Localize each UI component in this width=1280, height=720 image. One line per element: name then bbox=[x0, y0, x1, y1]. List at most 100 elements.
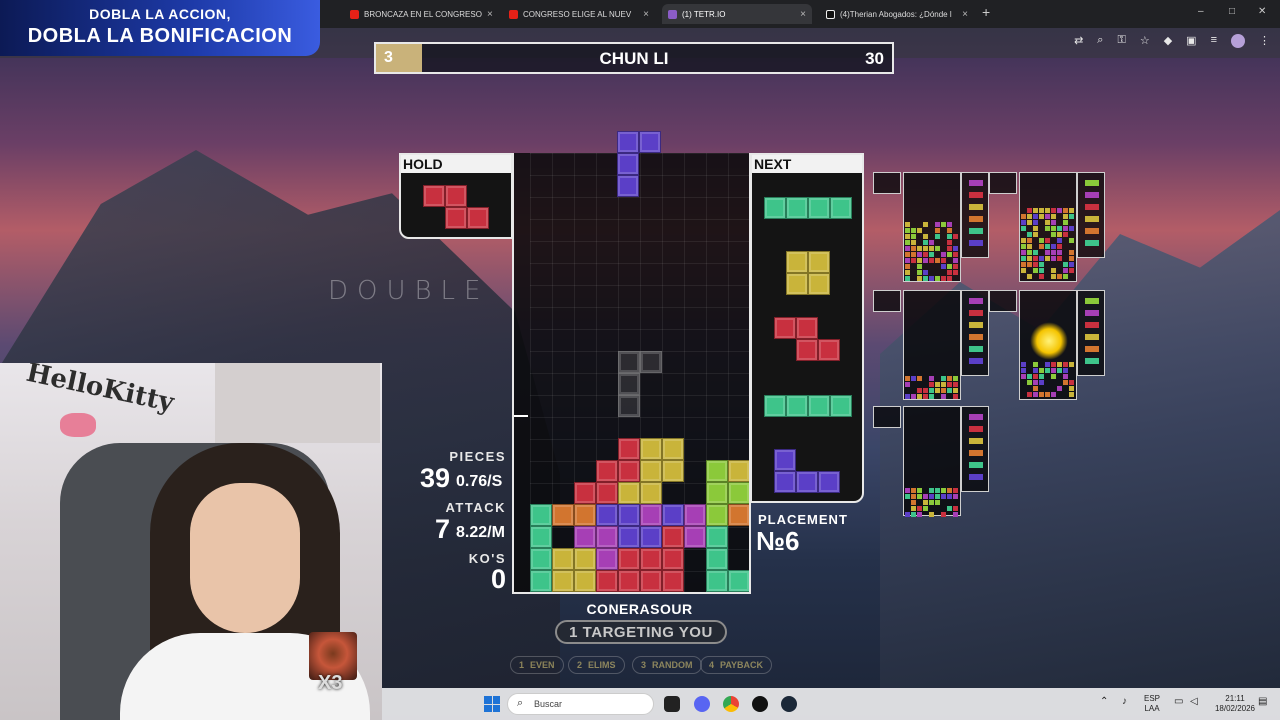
mini-board-block bbox=[1069, 362, 1074, 367]
minimize-button[interactable]: – bbox=[1198, 6, 1204, 17]
mini-board-block bbox=[929, 494, 934, 499]
tray-chevron-icon[interactable]: ⌃ bbox=[1100, 697, 1108, 707]
mini-next-block bbox=[969, 240, 983, 246]
board-cell bbox=[618, 438, 640, 460]
hold-piece-cell bbox=[467, 207, 489, 229]
youtube-icon bbox=[509, 9, 518, 19]
puzzle-icon[interactable]: ▣ bbox=[1186, 34, 1196, 48]
menu-icon[interactable]: ⋮ bbox=[1259, 34, 1270, 48]
mini-board-block bbox=[935, 500, 940, 505]
microphone-icon[interactable]: ♪ bbox=[1122, 697, 1127, 707]
mini-board-block bbox=[1033, 220, 1038, 225]
mini-board-block bbox=[1057, 386, 1062, 391]
mini-board-block bbox=[1051, 392, 1056, 397]
taskbar-clock[interactable]: 21:11 18/02/2026 bbox=[1214, 694, 1256, 714]
extension-icon[interactable]: ◆ bbox=[1164, 34, 1172, 48]
mini-board-block bbox=[1051, 244, 1056, 249]
mini-board-block bbox=[1033, 362, 1038, 367]
mini-board-block bbox=[1063, 262, 1068, 267]
browser-tab[interactable]: BRONCAZA EN EL CONGRESO × bbox=[344, 4, 498, 24]
mini-board-block bbox=[1027, 208, 1032, 213]
mini-board-block bbox=[1051, 232, 1056, 237]
mini-board-block bbox=[1051, 274, 1056, 279]
hold-piece-cell bbox=[445, 207, 467, 229]
board-cell bbox=[552, 504, 574, 526]
mini-board-block bbox=[923, 252, 928, 257]
strategy-payback-button[interactable]: 4 PAYBACK bbox=[700, 656, 773, 674]
key-icon[interactable]: ⚿ bbox=[1117, 34, 1125, 48]
mini-board-block bbox=[1045, 226, 1050, 231]
new-tab-button[interactable]: + bbox=[982, 4, 990, 20]
volume-icon[interactable]: ◁ bbox=[1190, 697, 1198, 707]
kos-value: 0 bbox=[490, 564, 506, 594]
zoom-icon[interactable]: ⌕ bbox=[1097, 34, 1103, 48]
mini-board-block bbox=[1027, 220, 1032, 225]
mini-board-block bbox=[911, 240, 916, 245]
mini-board-block bbox=[1069, 256, 1074, 261]
mini-board-block bbox=[953, 488, 958, 493]
language-indicator[interactable]: ESP LAA bbox=[1142, 694, 1162, 714]
mini-board-block bbox=[953, 246, 958, 251]
mini-board-block bbox=[917, 376, 922, 381]
mini-board-block bbox=[947, 252, 952, 257]
close-icon[interactable]: × bbox=[643, 9, 649, 20]
browser-tab[interactable]: (4)Therian Abogados: ¿Dónde l × bbox=[820, 4, 974, 24]
opponent-rank: 3 bbox=[376, 44, 422, 72]
translate-icon[interactable]: ⇄ bbox=[1074, 34, 1083, 48]
notification-icon[interactable]: ▤ bbox=[1258, 697, 1267, 707]
mini-board-block bbox=[1021, 220, 1026, 225]
network-icon[interactable]: ▭ bbox=[1174, 697, 1183, 707]
mini-board-block bbox=[1045, 220, 1050, 225]
mini-board-block bbox=[1021, 256, 1026, 261]
mini-next-block bbox=[1085, 322, 1099, 328]
mini-board-block bbox=[923, 222, 928, 227]
close-icon[interactable]: × bbox=[962, 9, 968, 20]
mini-board-block bbox=[935, 228, 940, 233]
mini-next-block bbox=[969, 310, 983, 316]
mini-board-block bbox=[917, 270, 922, 275]
strategy-even-button[interactable]: 1 EVEN bbox=[510, 656, 564, 674]
windows-start-icon[interactable] bbox=[484, 696, 500, 712]
mini-board-block bbox=[941, 252, 946, 257]
board-cell bbox=[728, 482, 749, 504]
mini-board-block bbox=[1057, 244, 1062, 249]
close-window-button[interactable]: ✕ bbox=[1258, 6, 1266, 17]
mini-board-block bbox=[1033, 226, 1038, 231]
board-cell bbox=[574, 526, 596, 548]
mini-board-block bbox=[1057, 232, 1062, 237]
next-queue: NEXT bbox=[750, 153, 864, 503]
strategy-num: 3 bbox=[641, 660, 647, 670]
profile-avatar[interactable] bbox=[1231, 34, 1245, 48]
file-explorer-icon[interactable] bbox=[664, 696, 680, 712]
mini-board-block bbox=[1033, 250, 1038, 255]
mini-board-block bbox=[911, 228, 916, 233]
board-cell bbox=[728, 504, 749, 526]
mini-board-block bbox=[911, 488, 916, 493]
mini-board-block bbox=[935, 246, 940, 251]
mini-board-block bbox=[1063, 220, 1068, 225]
sidebar-icon[interactable]: ≡ bbox=[1211, 34, 1217, 48]
active-piece-cell bbox=[617, 153, 639, 175]
close-icon[interactable]: × bbox=[800, 9, 806, 20]
next-piece-cell bbox=[830, 395, 852, 417]
close-icon[interactable]: × bbox=[487, 9, 493, 20]
bookmark-star-icon[interactable]: ☆ bbox=[1140, 34, 1150, 48]
board-cell bbox=[530, 592, 552, 594]
browser-tab-active[interactable]: (1) TETR.IO × bbox=[662, 4, 812, 24]
browser-tab[interactable]: CONGRESO ELIGE AL NUEV × bbox=[503, 4, 655, 24]
chrome-icon[interactable] bbox=[723, 696, 739, 712]
mini-board-block bbox=[1027, 244, 1032, 249]
strategy-elims-button[interactable]: 2 ELIMS bbox=[568, 656, 625, 674]
promo-line-2: DOBLA LA BONIFICACION bbox=[27, 25, 293, 47]
taskbar-search-input[interactable]: ⌕ Buscar bbox=[507, 693, 654, 715]
mini-board-block bbox=[1021, 214, 1026, 219]
mini-board-block bbox=[941, 488, 946, 493]
maximize-button[interactable]: □ bbox=[1229, 6, 1235, 17]
strategy-random-button[interactable]: 3 RANDOM bbox=[632, 656, 702, 674]
obs-icon[interactable] bbox=[752, 696, 768, 712]
mini-board-block bbox=[1057, 238, 1062, 243]
steam-icon[interactable] bbox=[781, 696, 797, 712]
board-cell bbox=[618, 504, 640, 526]
discord-icon[interactable] bbox=[694, 696, 710, 712]
board-cell bbox=[618, 526, 640, 548]
